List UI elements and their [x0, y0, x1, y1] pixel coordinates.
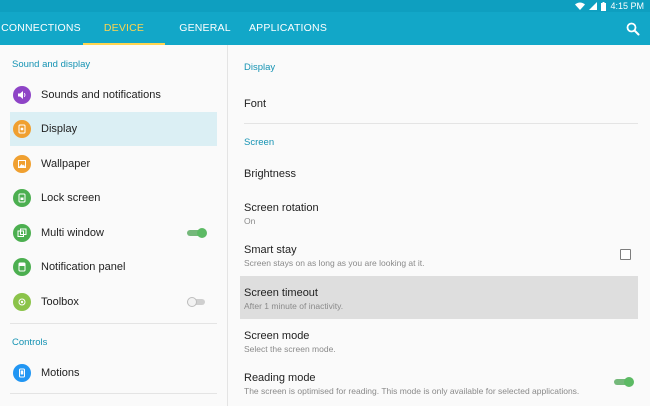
setting-title: Font: [244, 98, 267, 110]
sidebar-item-lock-screen[interactable]: Lock screen: [10, 181, 217, 215]
status-icons: 4:15 PM: [575, 0, 644, 12]
setting-subtitle: On: [244, 216, 256, 226]
toolbox-icon: [13, 293, 31, 311]
setting-reading-mode[interactable]: Reading mode The screen is optimised for…: [240, 362, 638, 404]
setting-brightness[interactable]: Brightness: [240, 156, 638, 191]
reading-mode-toggle[interactable]: [614, 377, 634, 387]
setting-screen-rotation[interactable]: Screen rotation On: [240, 191, 638, 231]
setting-title: Reading mode: [244, 372, 316, 384]
tab-applications[interactable]: APPLICATIONS: [246, 12, 330, 45]
sidebar-item-toolbox[interactable]: Toolbox: [10, 285, 217, 319]
display-icon: [13, 120, 31, 138]
setting-title: Brightness: [244, 168, 296, 180]
setting-subtitle: Select the screen mode.: [244, 344, 336, 354]
section-controls: Controls: [12, 337, 48, 348]
display-settings-pane: Display Font Screen Brightness Screen ro…: [228, 45, 650, 406]
sidebar-item-multi-window[interactable]: Multi window: [10, 216, 217, 250]
sidebar-item-label: Wallpaper: [41, 158, 91, 170]
section-divider: [10, 323, 217, 324]
search-icon[interactable]: [626, 22, 640, 36]
sidebar-item-display[interactable]: Display: [10, 112, 217, 146]
battery-icon: [601, 1, 607, 11]
lock-screen-icon: [13, 189, 31, 207]
status-bar: 4:15 PM: [0, 0, 650, 12]
tab-bar: CONNECTIONS DEVICE GENERAL APPLICATIONS: [0, 12, 650, 45]
setting-smart-stay[interactable]: Smart stay Screen stays on as long as yo…: [240, 234, 638, 274]
section-sound-and-display: Sound and display: [12, 59, 91, 70]
section-divider: [244, 123, 638, 124]
sidebar-item-sounds-and-notifications[interactable]: Sounds and notifications: [10, 78, 217, 112]
sidebar-item-label: Sounds and notifications: [41, 89, 161, 101]
wallpaper-icon: [13, 155, 31, 173]
tab-device[interactable]: DEVICE: [83, 12, 165, 45]
settings-category-list: Sound and display Sounds and notificatio…: [0, 45, 228, 406]
status-time: 4:15 PM: [610, 1, 644, 11]
signal-icon: [589, 2, 598, 10]
setting-title: Smart stay: [244, 244, 297, 256]
tab-connections[interactable]: CONNECTIONS: [0, 12, 82, 45]
setting-screen-timeout[interactable]: Screen timeout After 1 minute of inactiv…: [240, 276, 638, 319]
setting-title: Screen mode: [244, 330, 310, 342]
setting-subtitle: Screen stays on as long as you are looki…: [244, 258, 425, 268]
tab-general[interactable]: GENERAL: [173, 12, 237, 45]
setting-title: Screen rotation: [244, 202, 319, 214]
speaker-icon: [13, 86, 31, 104]
setting-font[interactable]: Font: [240, 85, 638, 123]
sidebar-item-notification-panel[interactable]: Notification panel: [10, 250, 217, 284]
section-screen: Screen: [244, 137, 275, 148]
multi-window-icon: [13, 224, 31, 242]
setting-subtitle: After 1 minute of inactivity.: [244, 301, 344, 311]
notification-panel-icon: [13, 258, 31, 276]
setting-subtitle: The screen is optimised for reading. Thi…: [244, 386, 580, 396]
sidebar-item-label: Display: [41, 123, 78, 135]
section-divider: [10, 393, 217, 394]
wifi-icon: [575, 2, 586, 10]
sidebar-item-motions[interactable]: Motions: [10, 356, 217, 390]
sidebar-item-wallpaper[interactable]: Wallpaper: [10, 147, 217, 181]
toolbox-toggle[interactable]: [187, 297, 207, 307]
sidebar-item-label: Motions: [41, 367, 80, 379]
setting-screen-mode[interactable]: Screen mode Select the screen mode.: [240, 320, 638, 361]
multi-window-toggle[interactable]: [187, 228, 207, 238]
sidebar-item-label: Toolbox: [41, 296, 79, 308]
sidebar-item-label: Lock screen: [41, 192, 101, 204]
motions-icon: [13, 364, 31, 382]
smart-stay-checkbox[interactable]: [620, 249, 631, 260]
section-display: Display: [244, 62, 276, 73]
sidebar-item-label: Notification panel: [41, 261, 126, 273]
sidebar-item-label: Multi window: [41, 227, 104, 239]
setting-title: Screen timeout: [244, 287, 318, 299]
